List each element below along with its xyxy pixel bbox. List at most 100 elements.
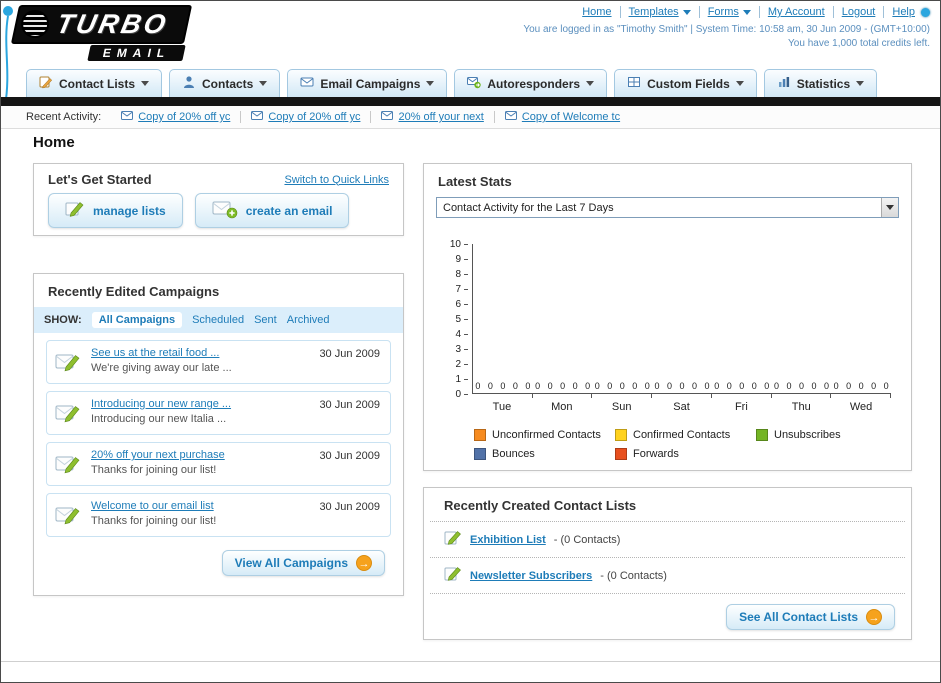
chart-y-tick: 1 (455, 373, 468, 385)
chevron-down-icon (259, 81, 268, 86)
chart-plot: 0 0 0 0 00 0 0 0 00 0 0 0 00 0 0 0 00 0 … (472, 244, 891, 398)
contact-lists-title: Recently Created Contact Lists (430, 488, 905, 522)
filter-archived[interactable]: Archived (287, 314, 330, 326)
legend-item: Unsubscribes (756, 429, 891, 441)
legend-label: Unsubscribes (774, 429, 841, 441)
top-link-help[interactable]: Help (892, 6, 915, 18)
chart-day-group: 0 0 0 0 0 (772, 244, 832, 398)
get-started-title: Let's Get Started (48, 172, 152, 187)
recent-activity-link[interactable]: Copy of Welcome tc (522, 111, 620, 123)
chart-day-group: 0 0 0 0 0 (831, 244, 891, 398)
chart-x-tick-label: Thu (791, 401, 811, 413)
chevron-down-icon (426, 81, 435, 86)
nav-divider-bar (1, 97, 940, 106)
legend-swatch-icon (474, 448, 486, 460)
contact-list-item[interactable]: Exhibition List - (0 Contacts) (430, 522, 905, 558)
custom-fields-icon (627, 75, 641, 92)
campaign-date: 30 Jun 2009 (319, 399, 380, 411)
header: TURBO EMAIL Home Templates Forms My Acco… (1, 1, 940, 107)
autoresponders-icon (467, 75, 482, 92)
app-logo: TURBO EMAIL (10, 5, 265, 62)
filter-all-campaigns[interactable]: All Campaigns (91, 312, 183, 328)
stats-period-dropdown[interactable]: Contact Activity for the Last 7 Days (436, 197, 899, 218)
chart-value-labels: 0 0 0 0 0 (654, 381, 710, 391)
chevron-down-icon (735, 81, 744, 86)
legend-swatch-icon (615, 429, 627, 441)
chart-y-tick: 7 (455, 283, 468, 295)
filter-sent[interactable]: Sent (254, 314, 277, 326)
create-email-button[interactable]: create an email (194, 193, 350, 228)
recent-activity-link[interactable]: Copy of 20% off yc (138, 111, 230, 123)
legend-item: Bounces (474, 448, 609, 460)
recent-activity-item[interactable]: Copy of 20% off yc (241, 111, 372, 123)
campaign-date: 30 Jun 2009 (319, 450, 380, 462)
chart-x-tick-label: Tue (492, 401, 512, 413)
logo-title-text: TURBO (53, 9, 172, 39)
campaign-row[interactable]: See us at the retail food ... We're givi… (46, 340, 391, 384)
top-link-my-account[interactable]: My Account (768, 6, 825, 18)
chart-y-tick: 5 (455, 313, 468, 325)
chart-x-tick-label: Fri (734, 401, 748, 413)
campaign-row[interactable]: 20% off your next purchase Thanks for jo… (46, 442, 391, 486)
chevron-down-icon (886, 205, 894, 210)
contact-list-name-link[interactable]: Exhibition List (470, 534, 546, 546)
tab-label: Custom Fields (647, 76, 730, 91)
chart-x-tick-label: Sun (611, 401, 632, 413)
campaign-row[interactable]: Introducing our new range ... Introducin… (46, 391, 391, 435)
top-nav: Home Templates Forms My Account Logout H… (523, 6, 930, 18)
see-all-contact-lists-button[interactable]: See All Contact Lists → (726, 604, 895, 630)
contact-lists-icon (39, 75, 53, 92)
logo-subtitle-text: EMAIL (101, 46, 172, 60)
legend-label: Bounces (492, 448, 535, 460)
manage-lists-label: manage lists (93, 203, 166, 218)
top-link-forms[interactable]: Forms (708, 6, 739, 18)
legend-item: Forwards (615, 448, 750, 460)
chart-x-tick-label: Wed (849, 401, 873, 413)
tab-label: Statistics (796, 76, 851, 91)
contact-list-count: - (0 Contacts) (600, 569, 667, 582)
campaign-subtitle: Thanks for joining our list! (91, 464, 217, 476)
tab-label: Contacts (202, 76, 254, 91)
chevron-down-icon (742, 9, 751, 15)
recent-activity-item[interactable]: Copy of 20% off yc (111, 111, 242, 123)
contact-list-item[interactable]: Newsletter Subscribers - (0 Contacts) (430, 558, 905, 594)
tab-email-campaigns[interactable]: Email Campaigns (287, 69, 448, 97)
filter-scheduled[interactable]: Scheduled (192, 314, 244, 326)
top-link-logout[interactable]: Logout (842, 6, 876, 18)
header-right: Home Templates Forms My Account Logout H… (523, 6, 930, 49)
chart-day-group: 0 0 0 0 0 (592, 244, 652, 398)
tab-statistics[interactable]: Statistics (763, 69, 878, 97)
campaign-date: 30 Jun 2009 (319, 348, 380, 360)
tab-autoresponders[interactable]: Autoresponders (454, 69, 608, 97)
top-link-templates[interactable]: Templates (629, 6, 679, 18)
contact-list-name-link[interactable]: Newsletter Subscribers (470, 570, 592, 582)
contacts-icon (182, 75, 196, 92)
view-all-campaigns-button[interactable]: View All Campaigns → (221, 550, 385, 576)
tab-label: Email Campaigns (320, 76, 421, 91)
recent-activity-item[interactable]: Copy of Welcome tc (495, 111, 630, 123)
chart-y-tick: 2 (455, 358, 468, 370)
top-link-home[interactable]: Home (582, 6, 611, 18)
tab-contacts[interactable]: Contacts (169, 69, 281, 97)
contact-list-count: - (0 Contacts) (553, 533, 621, 546)
get-started-panel: Let's Get Started Switch to Quick Links … (33, 163, 404, 236)
chart-y-tick: 0 (455, 388, 468, 400)
campaign-filter-bar: SHOW: All Campaigns Scheduled Sent Archi… (34, 307, 403, 333)
tab-custom-fields[interactable]: Custom Fields (614, 69, 757, 97)
legend-item: Unconfirmed Contacts (474, 429, 609, 441)
switch-quick-links-link[interactable]: Switch to Quick Links (284, 174, 389, 186)
legend-swatch-icon (615, 448, 627, 460)
logo-subtitle: EMAIL (87, 45, 187, 61)
campaign-subtitle: Thanks for joining our list! (91, 515, 217, 527)
page-title: Home (33, 134, 75, 151)
recent-activity-link[interactable]: Copy of 20% off yc (268, 111, 360, 123)
recent-activity-item[interactable]: 20% off your next (371, 111, 495, 123)
latest-stats-panel: Latest Stats Contact Activity for the La… (423, 163, 912, 471)
manage-lists-button[interactable]: manage lists (48, 193, 183, 228)
chevron-down-icon (586, 81, 595, 86)
recent-activity-link[interactable]: 20% off your next (398, 111, 483, 123)
campaign-row[interactable]: Welcome to our email list Thanks for joi… (46, 493, 391, 537)
chart-y-tick: 6 (455, 298, 468, 310)
help-dot-icon (921, 7, 930, 17)
tab-contact-lists[interactable]: Contact Lists (26, 69, 163, 97)
